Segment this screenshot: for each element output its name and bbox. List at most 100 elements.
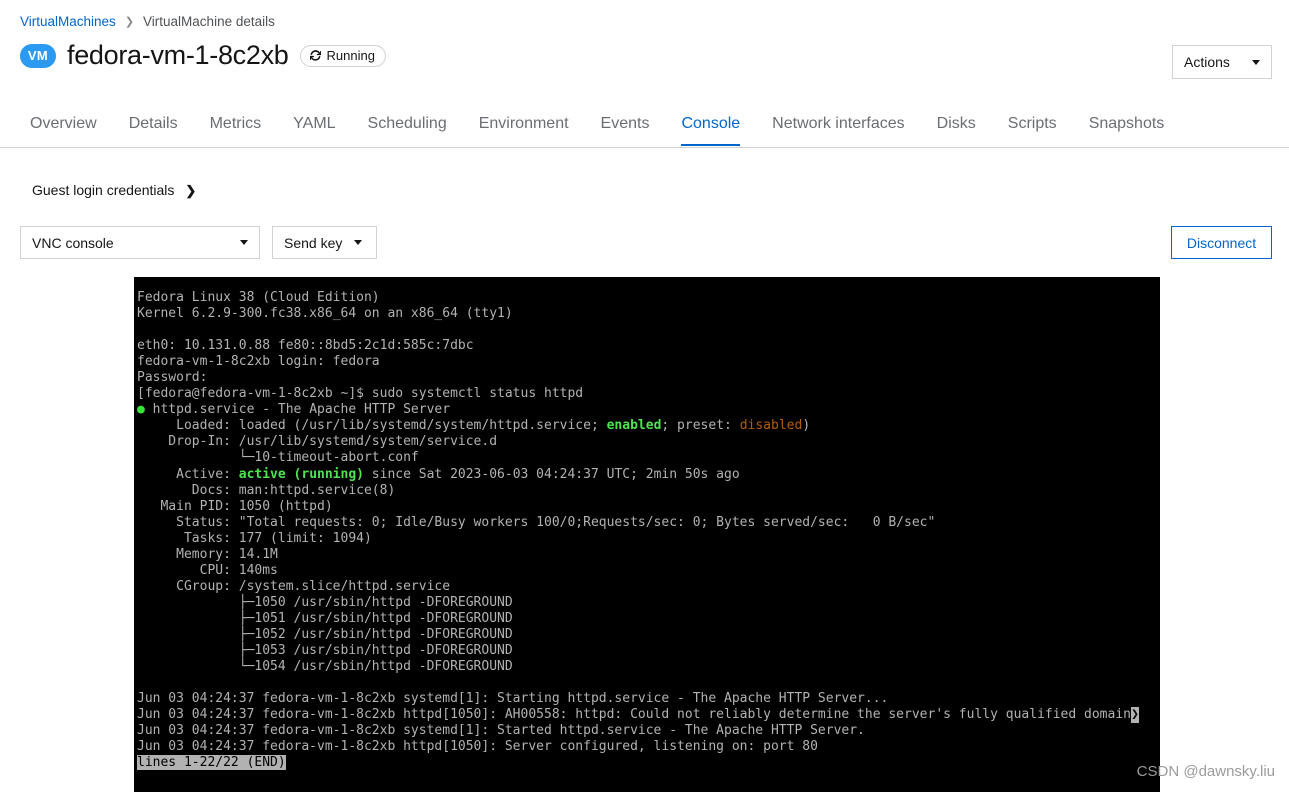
page-title-row: VM fedora-vm-1-8c2xb Running <box>20 40 386 71</box>
chevron-down-icon <box>1252 59 1260 65</box>
vnc-text-segment: ● <box>137 402 145 418</box>
vnc-text-segment: httpd.service - The Apache HTTP Server <box>144 402 451 418</box>
breadcrumb-current: VirtualMachine details <box>143 14 275 29</box>
vnc-text-segment: CPU: 140ms <box>137 562 278 578</box>
tab-label: Scheduling <box>367 115 447 132</box>
vnc-text-segment: ├─1050 /usr/sbin/httpd -DFOREGROUND <box>137 594 513 610</box>
vnc-console-line: ├─1051 /usr/sbin/httpd -DFOREGROUND <box>137 611 1160 627</box>
vnc-console-line: ├─1050 /usr/sbin/httpd -DFOREGROUND <box>137 595 1160 611</box>
tab-label: Environment <box>478 115 569 132</box>
vnc-console-line: └─1054 /usr/sbin/httpd -DFOREGROUND <box>137 659 1160 675</box>
vnc-console-line: Active: active (running) since Sat 2023-… <box>137 467 1160 483</box>
vnc-text-segment: ; preset: <box>661 418 740 434</box>
breadcrumb-link-virtualmachines[interactable]: VirtualMachines <box>20 14 116 30</box>
vnc-text-segment: Active: <box>137 466 239 482</box>
vnc-console-line: Jun 03 04:24:37 fedora-vm-1-8c2xb system… <box>137 723 1160 739</box>
vnc-console-line: Loaded: loaded (/usr/lib/systemd/system/… <box>137 418 1160 434</box>
tab-snapshots[interactable]: Snapshots <box>1073 105 1181 145</box>
vnc-console-line: Drop-In: /usr/lib/systemd/system/service… <box>137 434 1160 450</box>
vnc-console-line: Jun 03 04:24:37 fedora-vm-1-8c2xb system… <box>137 691 1160 707</box>
guest-login-credentials-label: Guest login credentials <box>32 182 175 198</box>
vnc-text-segment: Drop-In: /usr/lib/systemd/system/service… <box>137 434 498 450</box>
detail-tabs: Overview Details Metrics YAML Scheduling Envi… <box>0 105 1289 148</box>
vnc-text-segment: Main PID: 1050 (httpd) <box>137 498 333 514</box>
vnc-console-line: Password: <box>137 370 1160 386</box>
vnc-console-line: Kernel 6.2.9-300.fc38.x86_64 on an x86_6… <box>137 306 1160 322</box>
vnc-console-line: ├─1052 /usr/sbin/httpd -DFOREGROUND <box>137 627 1160 643</box>
vnc-console-line: CGroup: /system.slice/httpd.service <box>137 579 1160 595</box>
vnc-text-segment: CGroup: /system.slice/httpd.service <box>137 578 451 594</box>
send-key-dropdown[interactable]: Send key <box>272 226 377 259</box>
console-type-select-value: VNC console <box>32 234 114 251</box>
vnc-console-line: Jun 03 04:24:37 fedora-vm-1-8c2xb httpd[… <box>137 739 1160 755</box>
page-title: fedora-vm-1-8c2xb <box>67 40 289 70</box>
vnc-text-segment: Jun 03 04:24:37 fedora-vm-1-8c2xb system… <box>137 691 889 707</box>
tab-label: Snapshots <box>1088 115 1165 132</box>
chevron-right-icon: ❯ <box>124 16 135 28</box>
vnc-text-segment: lines 1-22/22 (END) <box>137 755 286 771</box>
vnc-console-line: └─10-timeout-abort.conf <box>137 450 1160 466</box>
tab-overview[interactable]: Overview <box>14 105 113 145</box>
watermark: CSDN @dawnsky.liu <box>1136 763 1275 780</box>
guest-login-credentials-toggle[interactable]: Guest login credentials ❯ <box>32 182 196 198</box>
vnc-text-segment: Status: "Total requests: 0; Idle/Busy wo… <box>137 514 936 530</box>
vnc-text-segment: Loaded: loaded (/usr/lib/systemd/system/… <box>137 418 607 434</box>
tab-yaml[interactable]: YAML <box>277 105 351 145</box>
vnc-text-segment: since Sat 2023-06-03 04:24:37 UTC; 2min … <box>363 466 740 482</box>
vm-resource-badge: VM <box>20 43 56 68</box>
vnc-text-segment: └─1054 /usr/sbin/httpd -DFOREGROUND <box>137 659 513 675</box>
vnc-console-line: Fedora Linux 38 (Cloud Edition) <box>137 290 1160 306</box>
tab-label: Disks <box>936 115 976 132</box>
vnc-text-segment: active (running) <box>238 466 364 482</box>
tab-details[interactable]: Details <box>113 105 194 145</box>
vnc-console-line: Main PID: 1050 (httpd) <box>137 499 1160 515</box>
chevron-right-icon: ❯ <box>185 182 197 198</box>
vnc-text-segment: fedora-vm-1-8c2xb login: fedora <box>137 354 380 370</box>
vnc-text-segment: ) <box>802 418 811 434</box>
vnc-text-segment: [fedora@fedora-vm-1-8c2xb ~]$ sudo syste… <box>137 386 584 402</box>
vnc-console-line: CPU: 140ms <box>137 563 1160 579</box>
vnc-console-line: eth0: 10.131.0.88 fe80::8bd5:2c1d:585c:7… <box>137 338 1160 354</box>
vnc-console-line: ├─1053 /usr/sbin/httpd -DFOREGROUND <box>137 643 1160 659</box>
vnc-text-segment: Jun 03 04:24:37 fedora-vm-1-8c2xb httpd[… <box>137 739 818 755</box>
vnc-console-line: ● httpd.service - The Apache HTTP Server <box>137 402 1160 418</box>
vnc-text-segment: Fedora Linux 38 (Cloud Edition) <box>137 290 380 305</box>
tab-environment[interactable]: Environment <box>463 105 585 145</box>
vnc-console-line: Memory: 14.1M <box>137 547 1160 563</box>
tab-network-interfaces[interactable]: Network interfaces <box>756 105 921 145</box>
vnc-text-segment: Jun 03 04:24:37 fedora-vm-1-8c2xb httpd[… <box>137 707 1131 723</box>
actions-button[interactable]: Actions <box>1172 45 1272 79</box>
tab-scheduling[interactable]: Scheduling <box>352 105 463 145</box>
tab-disks[interactable]: Disks <box>921 105 992 145</box>
disconnect-button-label: Disconnect <box>1186 234 1257 251</box>
vnc-text-segment: Password: <box>137 370 208 386</box>
disconnect-button[interactable]: Disconnect <box>1171 226 1272 259</box>
tab-label: Metrics <box>209 115 262 132</box>
vnc-text-segment: Kernel 6.2.9-300.fc38.x86_64 on an x86_6… <box>137 306 513 322</box>
tab-label: Console <box>681 115 741 132</box>
vnc-text-segment: ├─1052 /usr/sbin/httpd -DFOREGROUND <box>137 626 513 642</box>
breadcrumb: VirtualMachines ❯ VirtualMachine details <box>20 14 275 30</box>
vnc-console-line: Docs: man:httpd.service(8) <box>137 483 1160 499</box>
vnc-text-segment: └─10-timeout-abort.conf <box>137 450 419 466</box>
tab-label: Events <box>600 115 650 132</box>
vnc-text-segment: Tasks: 177 (limit: 1094) <box>137 530 372 546</box>
actions-button-label: Actions <box>1184 54 1230 70</box>
vnc-console-screen[interactable]: Fedora Linux 38 (Cloud Edition) Kernel 6.… <box>134 277 1160 792</box>
vnc-text-segment: Memory: 14.1M <box>137 546 278 562</box>
vnc-text-segment: disabled <box>739 418 803 434</box>
tab-scripts[interactable]: Scripts <box>992 105 1073 145</box>
tab-console[interactable]: Console <box>665 105 756 146</box>
status-badge: Running <box>299 44 386 67</box>
vnc-console-line: fedora-vm-1-8c2xb login: fedora <box>137 354 1160 370</box>
vnc-text-segment: enabled <box>606 418 662 434</box>
vnc-console-line: Status: "Total requests: 0; Idle/Busy wo… <box>137 515 1160 531</box>
tab-metrics[interactable]: Metrics <box>194 105 278 145</box>
vnc-text-segment: ❯ <box>1131 707 1139 724</box>
sync-icon <box>309 49 322 62</box>
tab-events[interactable]: Events <box>585 105 666 145</box>
vnc-console-line: Tasks: 177 (limit: 1094) <box>137 531 1160 547</box>
vnc-console-line <box>137 322 1160 338</box>
tab-label: YAML <box>293 115 336 132</box>
console-type-select[interactable]: VNC console <box>20 226 260 259</box>
